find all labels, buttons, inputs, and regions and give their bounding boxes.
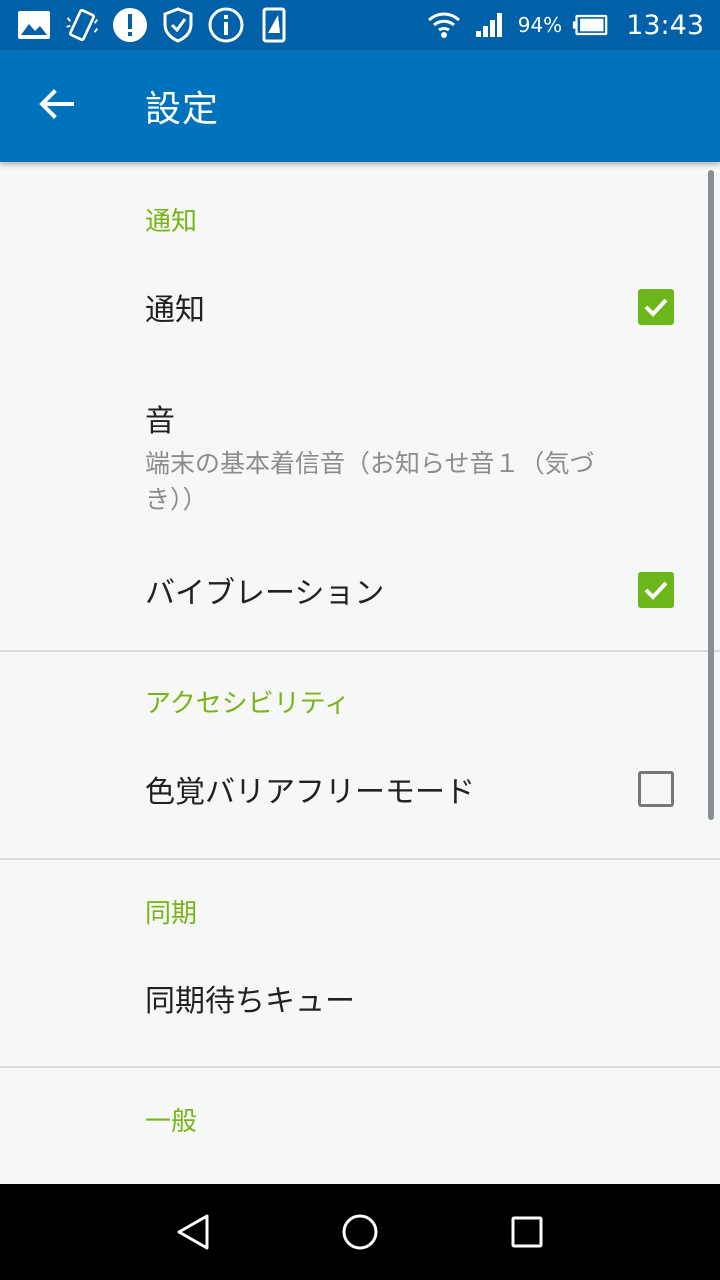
section-accessibility: アクセシビリティ 色覚バリアフリーモード [0,652,720,860]
alert-icon [112,7,148,43]
pref-sync-queue[interactable]: 同期待ちキュー [0,944,720,1066]
status-bar-system: 94% 13:43 [426,7,704,43]
scrollbar[interactable] [708,170,714,820]
vibrate-icon [64,7,100,43]
navigation-bar [0,1184,720,1280]
pref-sound-text: 音 端末の基本着信音（お知らせ音１（気づき）） [145,396,674,518]
section-header-notifications: 通知 [145,207,198,237]
pref-sound[interactable]: 音 端末の基本着信音（お知らせ音１（気づき）） [0,362,720,540]
pref-colorblind-text: 色覚バリアフリーモード [145,767,638,811]
wifi-icon [426,7,462,43]
colorblind-checkbox[interactable] [638,771,674,807]
nav-home-icon [342,1214,378,1250]
status-bar: 94% 13:43 [0,0,720,50]
pref-sync-queue-title: 同期待ちキュー [145,984,355,1019]
pref-sound-summary: 端末の基本着信音（お知らせ音１（気づき）） [145,449,595,514]
arrow-back-icon [38,88,74,124]
pref-sync-queue-text: 同期待ちキュー [145,976,674,1020]
section-header-sync: 同期 [145,899,198,929]
settings-list: 通知 通知 音 端末の基本着信音（お知らせ音１（気づき）） バイブレーション ア… [0,162,720,1184]
pref-notifications-text: 通知 [145,285,638,329]
pref-notifications[interactable]: 通知 [0,252,720,362]
pref-colorblind-mode[interactable]: 色覚バリアフリーモード [0,734,720,858]
nav-back-icon [177,1214,209,1250]
section-sync: 同期 同期待ちキュー [0,860,720,1068]
battery-percent: 94% [517,13,563,37]
signal-icon [472,7,508,43]
notifications-checkbox[interactable] [638,289,674,325]
vibration-checkbox[interactable] [638,572,674,608]
section-notifications: 通知 通知 音 端末の基本着信音（お知らせ音１（気づき）） バイブレーション [0,162,720,652]
battery-icon [572,7,608,43]
image-icon [16,7,52,43]
section-general: 一般 [0,1068,720,1152]
nav-recents-button[interactable] [487,1192,567,1272]
section-header-accessibility: アクセシビリティ [145,689,351,719]
shield-check-icon [160,7,196,43]
info-icon [208,7,244,43]
nav-back-button[interactable] [153,1192,233,1272]
back-button[interactable] [0,50,112,162]
pref-vibration[interactable]: バイブレーション [0,540,720,650]
clock: 13:43 [626,9,704,41]
check-icon [644,581,668,600]
pref-vibration-title: バイブレーション [145,576,385,611]
pref-notifications-title: 通知 [145,293,205,328]
check-icon [644,298,668,317]
pref-colorblind-title: 色覚バリアフリーモード [145,775,475,810]
pref-vibration-text: バイブレーション [145,568,638,612]
nav-recents-icon [511,1216,543,1248]
pref-sound-title: 音 [145,404,175,439]
nav-home-button[interactable] [320,1192,400,1272]
app-bar: 設定 [0,50,720,162]
phone-card-icon [256,7,292,43]
section-header-general: 一般 [145,1107,198,1137]
page-title: 設定 [145,89,220,130]
status-bar-notifications [16,7,292,43]
